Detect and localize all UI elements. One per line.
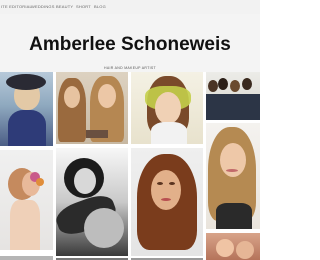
- gallery-photo-7[interactable]: [206, 72, 260, 120]
- top-navigation: ITE EDITORIAL WEDDINGS BEAUTY SHORT BLOG: [0, 0, 260, 14]
- site-subtitle: HAIR AND MAKEUP ARTIST: [104, 66, 156, 70]
- gallery-photo-9[interactable]: [206, 233, 260, 260]
- gallery-photo-1[interactable]: [0, 72, 53, 146]
- gallery-photo-5[interactable]: [131, 72, 203, 144]
- gallery-photo-8[interactable]: [206, 123, 260, 229]
- gallery-photo-10[interactable]: [0, 256, 53, 260]
- nav-item-blog[interactable]: BLOG: [94, 4, 106, 9]
- site-title[interactable]: Amberlee Schoneweis: [0, 34, 260, 56]
- gallery-photo-2[interactable]: [0, 150, 53, 250]
- site-header: Amberlee Schoneweis HAIR AND MAKEUP ARTI…: [0, 14, 260, 72]
- gallery-photo-3[interactable]: [56, 72, 128, 144]
- nav-item-beauty[interactable]: BEAUTY: [56, 4, 73, 9]
- gallery-photo-4[interactable]: [56, 148, 128, 256]
- nav-item-short[interactable]: SHORT: [76, 4, 91, 9]
- nav-item-editorial[interactable]: ITE EDITORIAL: [1, 4, 32, 9]
- nav-item-weddings[interactable]: WEDDINGS: [31, 4, 55, 9]
- gallery-photo-6[interactable]: [131, 148, 203, 256]
